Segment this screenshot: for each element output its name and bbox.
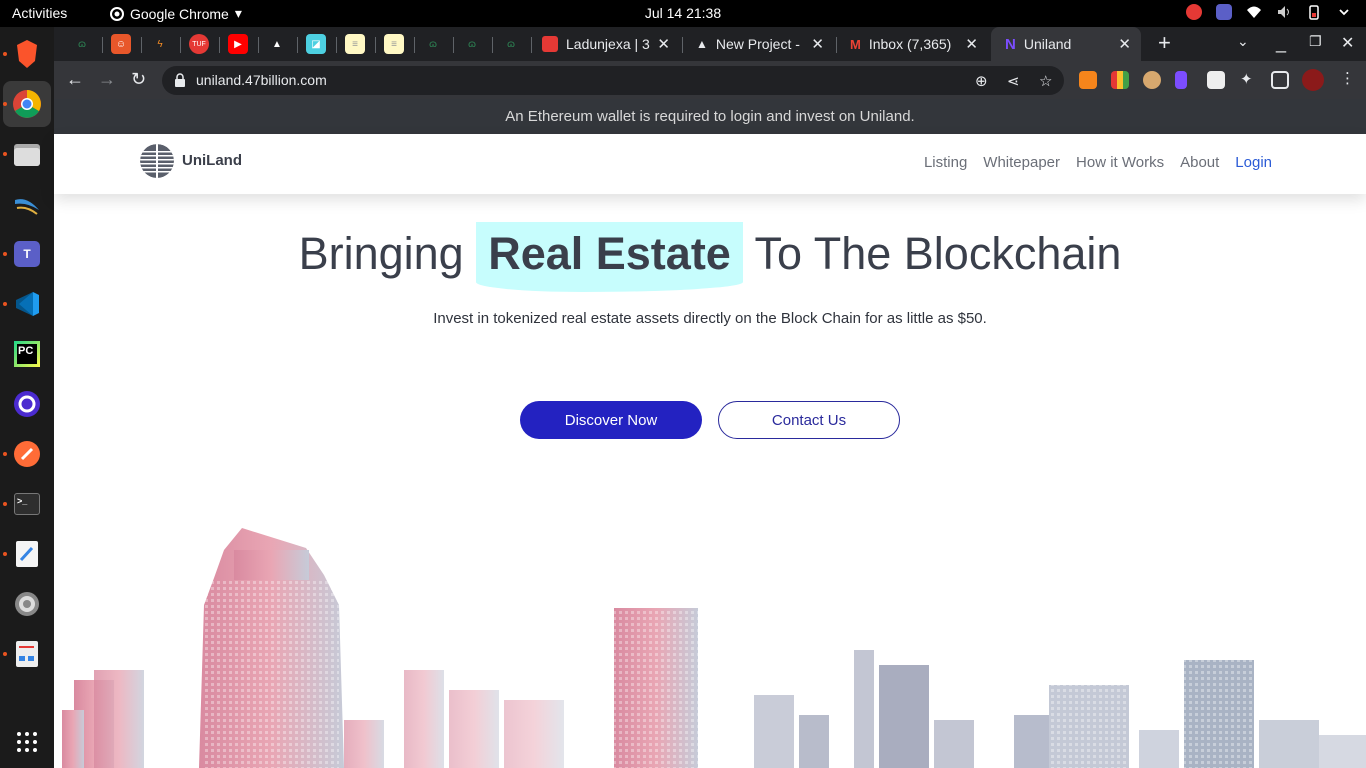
profile-avatar[interactable] bbox=[1302, 69, 1324, 91]
dock: T PC >_ bbox=[0, 27, 54, 768]
tab-ladunjexa[interactable]: Ladunjexa | 3 ✕ bbox=[532, 27, 680, 61]
extensions-puzzle-icon[interactable]: ✦ bbox=[1240, 70, 1253, 88]
nav-whitepaper-link[interactable]: Whitepaper bbox=[983, 154, 1060, 171]
teams-icon[interactable] bbox=[1216, 4, 1232, 20]
hero-title-highlight: Real Estate bbox=[476, 222, 743, 292]
close-window-button[interactable]: ✕ bbox=[1341, 33, 1354, 53]
close-icon[interactable]: ✕ bbox=[657, 35, 670, 53]
tab-title: Uniland bbox=[1023, 36, 1072, 52]
nav-how-it-works-link[interactable]: How it Works bbox=[1076, 154, 1164, 171]
tab-gmail-inbox[interactable]: M Inbox (7,365) ✕ bbox=[840, 27, 988, 61]
uniland-favicon-icon: N bbox=[1005, 35, 1016, 53]
tab-geeksforgeeks-4[interactable]: ɷ bbox=[501, 34, 521, 54]
close-icon[interactable]: ✕ bbox=[811, 35, 824, 53]
bookmark-extension-icon[interactable] bbox=[1175, 71, 1187, 89]
city-skyline-image bbox=[62, 528, 1366, 768]
document-viewer-icon[interactable] bbox=[9, 636, 45, 672]
tab-title: Ladunjexa | 3 bbox=[566, 36, 650, 52]
bookmark-star-icon[interactable]: ☆ bbox=[1039, 72, 1052, 90]
teams-icon[interactable]: T bbox=[9, 236, 45, 272]
close-icon[interactable]: ✕ bbox=[965, 35, 978, 53]
forward-button[interactable]: → bbox=[98, 69, 116, 90]
metamask-icon[interactable] bbox=[1079, 71, 1097, 89]
pycharm-icon[interactable]: PC bbox=[9, 336, 45, 372]
postman-icon[interactable] bbox=[9, 436, 45, 472]
nav-listing-link[interactable]: Listing bbox=[924, 154, 967, 171]
triangle-icon: ▲ bbox=[696, 37, 708, 51]
system-tray[interactable] bbox=[1186, 4, 1352, 20]
system-top-bar: Activities Google Chrome ▾ Jul 14 21:38 bbox=[0, 0, 1366, 27]
tab-title: Inbox (7,365) bbox=[868, 36, 952, 52]
tab-geeksforgeeks-3[interactable]: ɷ bbox=[462, 34, 482, 54]
extension-colors-icon[interactable] bbox=[1111, 71, 1129, 89]
terminal-icon[interactable]: >_ bbox=[9, 486, 45, 522]
chrome-icon[interactable] bbox=[9, 86, 45, 122]
text-editor-icon[interactable] bbox=[9, 536, 45, 572]
wifi-icon[interactable] bbox=[1246, 4, 1262, 20]
zoom-icon[interactable]: ⊕ bbox=[975, 72, 988, 90]
back-button[interactable]: ← bbox=[66, 69, 84, 90]
tab-pinned-lightning[interactable]: ϟ bbox=[150, 34, 170, 54]
maximize-button[interactable]: ❐ bbox=[1309, 33, 1322, 50]
reload-button[interactable]: ↻ bbox=[131, 69, 146, 90]
tab-pinned-red[interactable]: TUF bbox=[189, 34, 209, 54]
address-bar[interactable]: uniland.47billion.com ⊕ ⋖ ☆ bbox=[162, 66, 1064, 95]
show-apps-icon[interactable] bbox=[9, 724, 45, 760]
tab-search-chevron-icon[interactable]: ⌄ bbox=[1237, 33, 1249, 50]
extension-face-icon[interactable] bbox=[1143, 71, 1161, 89]
tab-pinned-image[interactable]: ◪ bbox=[306, 34, 326, 54]
main-menu: Listing Whitepaper How it Works About Lo… bbox=[924, 154, 1272, 171]
tab-new-project[interactable]: ▲ New Project - ✕ bbox=[686, 27, 834, 61]
vscode-icon[interactable] bbox=[9, 286, 45, 322]
hero-title-prefix: Bringing bbox=[298, 228, 477, 279]
tab-pinned-triangle[interactable]: ▲ bbox=[267, 34, 287, 54]
discover-now-button[interactable]: Discover Now bbox=[520, 401, 702, 439]
screen-recorder-icon[interactable] bbox=[9, 386, 45, 422]
brand-name[interactable]: UniLand bbox=[182, 152, 242, 169]
tab-favicon bbox=[542, 36, 558, 52]
tab-pinned-note-2[interactable]: ≡ bbox=[384, 34, 404, 54]
share-icon[interactable]: ⋖ bbox=[1007, 72, 1020, 90]
settings-icon[interactable] bbox=[9, 586, 45, 622]
tab-geeksforgeeks-1[interactable]: ɷ bbox=[72, 34, 92, 54]
tab-geeksforgeeks-2[interactable]: ɷ bbox=[423, 34, 443, 54]
volume-icon[interactable] bbox=[1276, 4, 1292, 20]
hero-title: Bringing Real Estate To The Blockchain bbox=[54, 222, 1366, 292]
browser-toolbar: ← → ↻ uniland.47billion.com ⊕ ⋖ ☆ ✦ ⋮ bbox=[54, 61, 1366, 99]
brave-icon[interactable] bbox=[9, 36, 45, 72]
lock-icon bbox=[175, 73, 185, 87]
hero-subtitle: Invest in tokenized real estate assets d… bbox=[433, 310, 987, 327]
clock[interactable]: Jul 14 21:38 bbox=[0, 5, 1366, 21]
nav-about-link[interactable]: About bbox=[1180, 154, 1219, 171]
url-text[interactable]: uniland.47billion.com bbox=[196, 72, 327, 88]
tab-youtube[interactable]: ▶ bbox=[228, 34, 248, 54]
site-navbar: UniLand Listing Whitepaper How it Works … bbox=[54, 134, 1366, 194]
tab-strip: ɷ ☺ ϟ TUF ▶ ▲ ◪ ≡ ≡ ɷ ɷ ɷ Ladunjexa | 3 … bbox=[54, 27, 1366, 61]
uniland-logo-icon[interactable] bbox=[140, 144, 174, 178]
extension-shield-icon[interactable] bbox=[1207, 71, 1225, 89]
tab-title: New Project - bbox=[715, 36, 800, 52]
wallet-banner: An Ethereum wallet is required to login … bbox=[54, 99, 1366, 134]
login-link[interactable]: Login bbox=[1235, 154, 1272, 171]
wing-ide-icon[interactable] bbox=[9, 186, 45, 222]
side-panel-icon[interactable] bbox=[1271, 71, 1289, 89]
new-tab-button[interactable]: + bbox=[1158, 30, 1171, 56]
battery-icon[interactable] bbox=[1306, 4, 1322, 20]
hero-title-suffix: To The Blockchain bbox=[742, 228, 1122, 279]
close-icon[interactable]: ✕ bbox=[1118, 35, 1131, 53]
files-icon[interactable] bbox=[9, 136, 45, 172]
do-not-disturb-icon[interactable] bbox=[1186, 4, 1202, 20]
contact-us-button[interactable]: Contact Us bbox=[718, 401, 900, 439]
tab-pinned-note-1[interactable]: ≡ bbox=[345, 34, 365, 54]
minimize-button[interactable]: _ bbox=[1276, 33, 1286, 54]
tab-uniland[interactable]: N Uniland ✕ bbox=[991, 27, 1141, 61]
tab-pinned-app[interactable]: ☺ bbox=[111, 34, 131, 54]
kebab-menu-icon[interactable]: ⋮ bbox=[1340, 69, 1355, 87]
power-menu-icon[interactable] bbox=[1336, 4, 1352, 20]
gmail-icon: M bbox=[850, 36, 861, 52]
